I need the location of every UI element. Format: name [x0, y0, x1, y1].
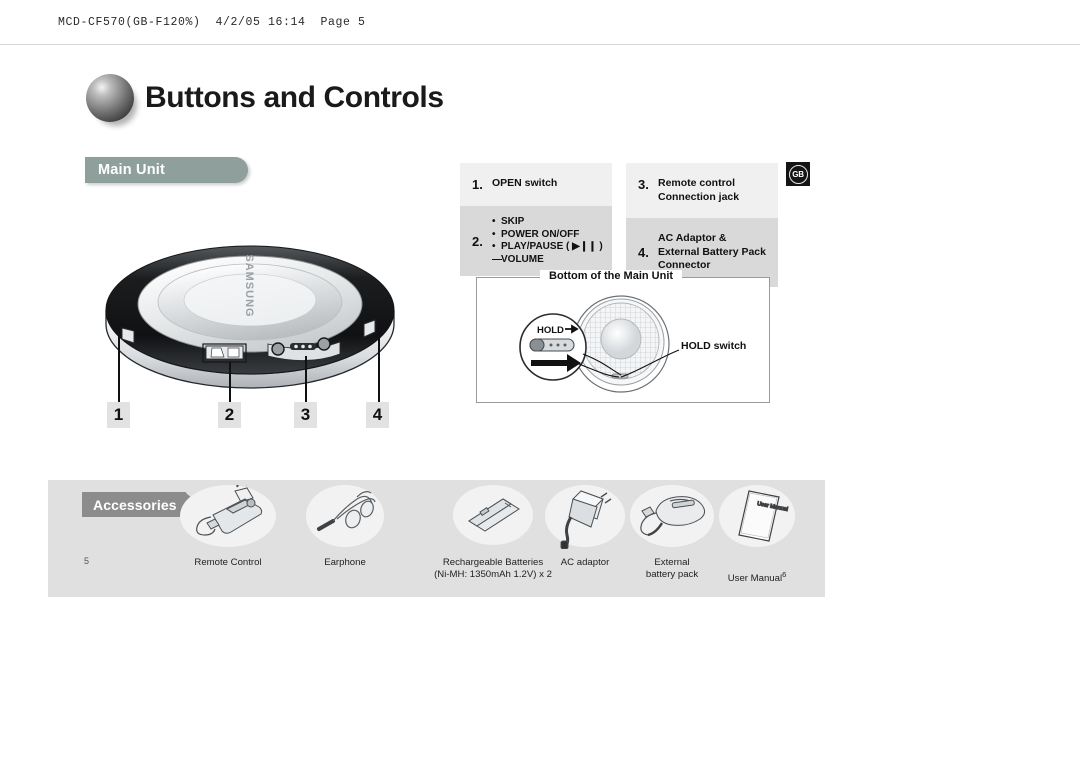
callout-item-3-number: 3. — [638, 177, 649, 192]
leader-line-4 — [378, 322, 380, 402]
callout-item-1-number: 1. — [472, 177, 483, 192]
header-divider — [0, 44, 1080, 45]
print-header-line: MCD-CF570(GB-F120%) 4/2/05 16:14 Page 5 — [58, 16, 366, 29]
callout-item-4-text: AC Adaptor & External Battery Pack Conne… — [658, 232, 766, 271]
callout-item-3: 3. Remote control Connection jack — [626, 163, 778, 218]
main-unit-label: Main Unit — [98, 162, 166, 178]
hold-switch-label: HOLD switch — [681, 340, 747, 352]
callout-chip-2: 2 — [218, 402, 241, 428]
magnifier-hold-text: HOLD — [537, 325, 564, 336]
callout-box-right: 3. Remote control Connection jack 4. AC … — [626, 163, 778, 287]
page-number: 5 — [84, 556, 90, 566]
main-unit-illustration: SAMSUNG — [100, 232, 400, 402]
leader-line-3 — [305, 356, 307, 402]
leader-line-2 — [229, 362, 231, 402]
callout-item-1: 1. OPEN switch — [460, 163, 612, 206]
locale-badge-ring: GB — [788, 164, 808, 184]
callout-box-left: 1. OPEN switch 2. • SKIP • POWER ON/OFF • P… — [460, 163, 612, 277]
device-brand-text: SAMSUNG — [243, 254, 255, 317]
callout-item-1-text: OPEN switch — [492, 177, 558, 189]
callout-item-3-text: Remote control Connection jack — [658, 177, 740, 203]
callout-item-2: 2. • SKIP • POWER ON/OFF • PLAY/PAUSE ( ▶❙❙… — [460, 206, 612, 277]
accessory-caption-text: User Manual — [727, 572, 783, 584]
page-title-group: Buttons and Controls — [86, 74, 444, 122]
locale-badge-text: GB — [792, 169, 804, 179]
accessory-caption: User Manual6 — [662, 557, 852, 584]
callout-bullet-playpause: • PLAY/PAUSE ( ▶❙❙ ) — [492, 241, 603, 253]
bottom-unit-legend: Bottom of the Main Unit — [540, 270, 683, 282]
bottom-unit-illustration: HOLD — [515, 292, 695, 397]
sphere-bullet-icon — [86, 74, 134, 122]
callout-bullet-skip: • SKIP — [492, 216, 525, 227]
locale-badge: GB — [786, 162, 810, 186]
accessories-banner-label: Accessories — [93, 496, 177, 513]
callout-item-4-number: 4. — [638, 244, 649, 260]
main-unit-banner: Main Unit — [85, 157, 248, 183]
page-title: Buttons and Controls — [145, 81, 444, 114]
accessories-banner-body: Accessories — [82, 492, 186, 517]
callout-item-2-list: • SKIP • POWER ON/OFF • PLAY/PAUSE ( ▶❙❙ ) … — [492, 216, 603, 266]
callout-chip-4: 4 — [366, 402, 389, 428]
accessory-caption-superscript: 6 — [782, 569, 787, 579]
leader-line-1 — [118, 330, 120, 402]
manual-page: { "print_header": "MCD-CF570(GB-F120%) 4… — [0, 0, 1080, 763]
callout-bullet-volume: —VOLUME — [492, 253, 544, 265]
callout-item-2-number: 2. — [472, 233, 483, 249]
callout-bullet-power: • POWER ON/OFF — [492, 228, 580, 240]
callout-chip-1: 1 — [107, 402, 130, 428]
callout-chip-3: 3 — [294, 402, 317, 428]
